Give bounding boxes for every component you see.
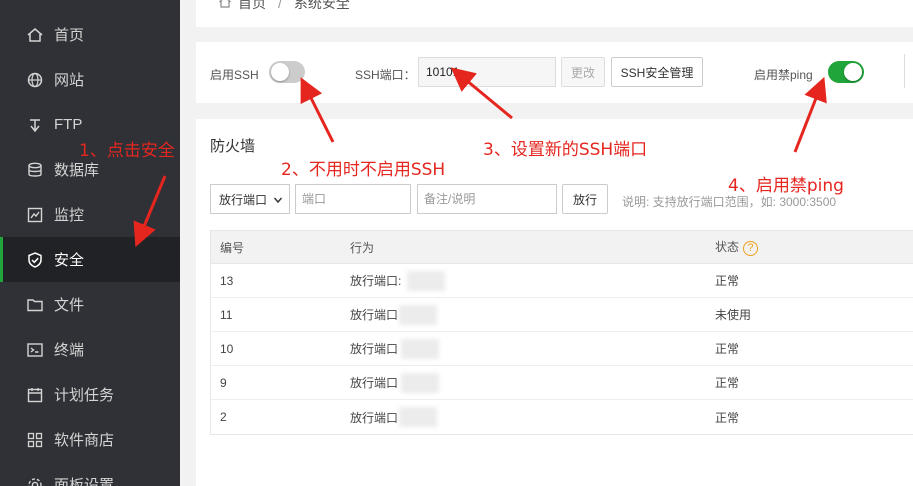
disable-ping-toggle[interactable] bbox=[828, 61, 864, 83]
row-action: 放行端口 bbox=[350, 308, 399, 322]
row-id: 9 bbox=[220, 375, 227, 390]
ssh-port-label: SSH端口： bbox=[355, 68, 416, 82]
sidebar-item-label: 文件 bbox=[54, 297, 85, 314]
firewall-table: 编号 行为 状态? 13 放行端口: 正常 11 放行端口 未使用 10 放行端… bbox=[210, 230, 913, 435]
breadcrumb-bar: 首页 / 系统安全 bbox=[196, 0, 913, 27]
redacted-port bbox=[401, 373, 439, 393]
ssh-port-input[interactable] bbox=[418, 57, 556, 87]
redacted-port bbox=[399, 407, 437, 427]
row-action: 放行端口 bbox=[350, 342, 399, 356]
sidebar-item-security[interactable]: 安全 bbox=[0, 237, 180, 282]
globe-icon bbox=[26, 71, 44, 89]
row-action: 放行端口 bbox=[350, 376, 399, 390]
table-row: 13 放行端口: 正常 bbox=[211, 264, 913, 298]
allow-port-button[interactable]: 放行 bbox=[562, 184, 608, 214]
home-icon bbox=[218, 0, 232, 12]
sidebar-item-cron[interactable]: 计划任务 bbox=[0, 372, 180, 417]
breadcrumb-current: 系统安全 bbox=[293, 0, 350, 11]
row-status: 正常 bbox=[715, 274, 740, 288]
ssh-manage-button[interactable]: SSH安全管理 bbox=[611, 57, 703, 87]
row-status: 正常 bbox=[715, 342, 740, 356]
breadcrumb-separator: / bbox=[278, 0, 282, 11]
sidebar-item-label: 终端 bbox=[54, 342, 85, 359]
sidebar-item-label: 数据库 bbox=[54, 162, 100, 179]
sidebar-item-label: 网站 bbox=[54, 72, 85, 89]
chevron-down-icon bbox=[273, 194, 283, 208]
toggle-knob bbox=[844, 63, 862, 81]
row-id: 11 bbox=[220, 307, 233, 322]
divider bbox=[904, 54, 905, 88]
sidebar-item-settings[interactable]: 面板设置 bbox=[0, 462, 180, 486]
row-id: 10 bbox=[220, 341, 234, 356]
row-action: 放行端口 bbox=[350, 410, 399, 425]
rule-type-select[interactable]: 放行端口 bbox=[210, 184, 290, 214]
enable-ssh-label: 启用SSH bbox=[210, 68, 259, 82]
database-icon bbox=[26, 161, 44, 179]
port-input[interactable] bbox=[295, 184, 411, 214]
sidebar-item-label: FTP bbox=[54, 116, 83, 133]
sidebar-item-label: 安全 bbox=[54, 252, 85, 269]
enable-ssh-toggle[interactable] bbox=[269, 61, 305, 83]
sidebar: 首页 网站 FTP 数据库 监控 安全 文件 终端 计划任务 软件商店 面板设置 bbox=[0, 0, 180, 486]
sidebar-item-label: 首页 bbox=[54, 27, 85, 44]
breadcrumb: 首页 / 系统安全 bbox=[218, 0, 350, 13]
sidebar-item-store[interactable]: 软件商店 bbox=[0, 417, 180, 462]
col-status: 状态? bbox=[715, 238, 759, 256]
change-port-button[interactable]: 更改 bbox=[561, 57, 605, 87]
redacted-port bbox=[399, 305, 437, 325]
sidebar-item-website[interactable]: 网站 bbox=[0, 57, 180, 102]
sidebar-item-home[interactable]: 首页 bbox=[0, 12, 180, 57]
redacted-port bbox=[401, 339, 439, 359]
table-row: 11 放行端口 未使用 bbox=[211, 298, 913, 332]
annotation-step-3: 3、设置新的SSH端口 bbox=[483, 140, 648, 160]
ftp-icon bbox=[26, 116, 44, 134]
sidebar-item-files[interactable]: 文件 bbox=[0, 282, 180, 327]
shield-icon bbox=[26, 251, 44, 269]
table-row: 10 放行端口 正常 bbox=[211, 332, 913, 366]
terminal-icon bbox=[26, 341, 44, 359]
col-id: 编号 bbox=[220, 240, 245, 255]
note-input[interactable] bbox=[417, 184, 557, 214]
firewall-title: 防火墙 bbox=[210, 138, 256, 155]
annotation-step-1: 1、点击安全 bbox=[79, 141, 175, 161]
sidebar-item-monitor[interactable]: 监控 bbox=[0, 192, 180, 237]
ssh-settings-panel: 启用SSH SSH端口： 更改 SSH安全管理 启用禁ping bbox=[196, 42, 913, 103]
sidebar-item-label: 面板设置 bbox=[54, 477, 115, 486]
toggle-knob bbox=[271, 63, 289, 81]
select-value: 放行端口 bbox=[219, 192, 268, 207]
folder-icon bbox=[26, 296, 44, 314]
table-row: 2 放行端口 正常 bbox=[211, 400, 913, 434]
calendar-icon bbox=[26, 386, 44, 404]
monitor-icon bbox=[26, 206, 44, 224]
sidebar-item-label: 监控 bbox=[54, 207, 85, 224]
help-icon[interactable]: ? bbox=[743, 240, 759, 256]
annotation-step-2: 2、不用时不启用SSH bbox=[281, 160, 446, 180]
home-icon bbox=[26, 26, 44, 44]
table-header: 编号 行为 状态? bbox=[211, 231, 913, 264]
row-id: 2 bbox=[220, 410, 227, 424]
sidebar-item-label: 计划任务 bbox=[54, 387, 115, 404]
col-status-label: 状态 bbox=[715, 240, 740, 255]
disable-ping-label: 启用禁ping bbox=[754, 68, 813, 82]
row-status: 正常 bbox=[715, 410, 740, 425]
col-action: 行为 bbox=[350, 240, 375, 255]
annotation-step-4: 4、启用禁ping bbox=[728, 176, 844, 196]
row-status: 未使用 bbox=[715, 308, 752, 322]
breadcrumb-home[interactable]: 首页 bbox=[238, 0, 266, 13]
row-action: 放行端口: bbox=[350, 274, 402, 288]
row-id: 13 bbox=[220, 273, 234, 288]
apps-icon bbox=[26, 431, 44, 449]
sidebar-item-label: 软件商店 bbox=[54, 432, 115, 449]
row-status: 正常 bbox=[715, 376, 740, 390]
sidebar-item-terminal[interactable]: 终端 bbox=[0, 327, 180, 372]
gear-icon bbox=[26, 476, 44, 486]
table-row: 9 放行端口 正常 bbox=[211, 366, 913, 400]
redacted-port bbox=[407, 271, 445, 291]
